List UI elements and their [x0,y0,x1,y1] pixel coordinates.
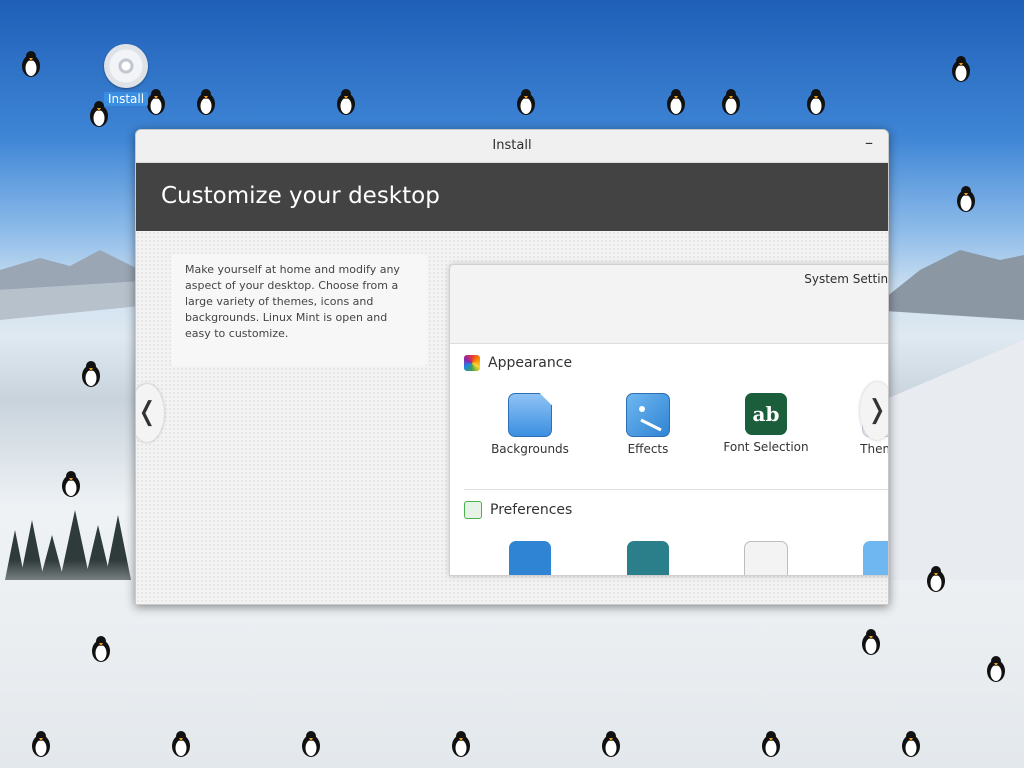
settings-item-accessibility[interactable] [475,541,585,575]
accessibility-icon [509,541,551,575]
penguin-icon [722,89,740,115]
item-label: Effects [627,442,669,456]
settings-item-more[interactable] [829,541,888,575]
penguin-icon [667,89,685,115]
settings-item-account[interactable] [593,541,703,575]
penguin-icon [337,89,355,115]
system-settings-preview: System Settings Appearance Backgrounds E… [449,264,889,576]
section-title: Appearance [488,355,573,371]
backgrounds-icon [508,393,552,437]
next-slide-button[interactable]: ❭ [860,382,888,440]
settings-header: System Settings [450,265,889,344]
settings-item-backgrounds[interactable]: Backgrounds [475,393,585,456]
previous-slide-button[interactable]: ❬ [136,384,164,442]
preferences-item-icon [863,541,888,575]
penguin-icon [62,471,80,497]
effects-icon [626,393,670,437]
penguin-icon [92,636,110,662]
penguin-icon [602,731,620,757]
penguin-icon [902,731,920,757]
item-label: Backgrounds [491,442,569,456]
penguin-icon [22,51,40,77]
item-label: Font Selection [723,440,809,454]
settings-item-applets[interactable] [711,541,821,575]
penguin-icon [172,731,190,757]
settings-title: System Settings [804,272,889,286]
penguin-icon [517,89,535,115]
slide-description: Make yourself at home and modify any asp… [171,254,427,366]
appearance-icon [464,355,480,371]
penguin-icon [927,566,945,592]
section-appearance: Appearance [464,355,572,371]
penguin-icon [32,731,50,757]
install-window: Install – Customize your desktop Make yo… [135,129,889,605]
penguin-icon [302,731,320,757]
window-titlebar[interactable]: Install – [136,130,888,163]
settings-item-font-selection[interactable]: ab Font Selection [711,393,821,454]
applets-icon [744,541,788,575]
penguin-icon [957,186,975,212]
preferences-icon [464,501,482,519]
penguin-icon [762,731,780,757]
penguin-icon [807,89,825,115]
penguin-icon [452,731,470,757]
section-title: Preferences [490,502,573,518]
settings-item-effects[interactable]: Effects [593,393,703,456]
disc-icon [104,44,148,88]
penguin-icon [862,629,880,655]
section-preferences: Preferences [464,501,572,519]
slide-title: Customize your desktop [161,183,440,209]
minimize-button[interactable]: – [858,134,880,156]
account-icon [627,541,669,575]
penguin-icon [952,56,970,82]
section-divider [464,489,888,490]
penguin-icon [987,656,1005,682]
snow-slope [884,340,1024,580]
desktop-icon-label: Install [103,92,149,106]
window-title: Install [492,138,532,153]
penguin-icon [82,361,100,387]
slide-content: Make yourself at home and modify any asp… [136,231,888,604]
penguin-icon [197,89,215,115]
desktop-install-icon[interactable]: Install [96,44,156,107]
item-label: Themes [860,442,888,456]
font-selection-icon: ab [745,393,787,435]
slide-banner: Customize your desktop [136,163,888,231]
